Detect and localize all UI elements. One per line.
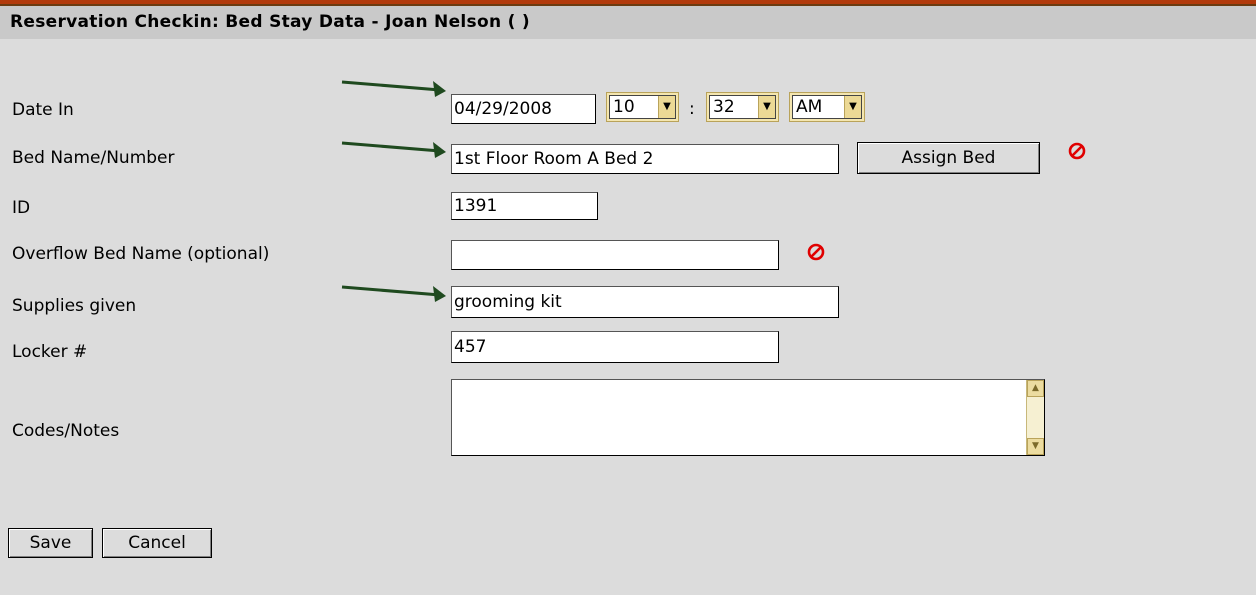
date-in-label: Date In xyxy=(12,100,74,120)
no-symbol-icon[interactable] xyxy=(807,243,825,261)
scroll-up-icon[interactable]: ▲ xyxy=(1027,380,1044,397)
time-separator: : xyxy=(689,99,695,119)
chevron-down-icon[interactable]: ▼ xyxy=(658,96,675,118)
cancel-button[interactable]: Cancel xyxy=(102,528,212,558)
codes-notes-label: Codes/Notes xyxy=(12,421,120,441)
id-label: ID xyxy=(12,198,31,218)
hour-value: 10 xyxy=(613,97,635,117)
ampm-select[interactable]: AM ▼ xyxy=(789,92,865,122)
locker-input[interactable]: 457 xyxy=(451,331,779,363)
assign-bed-label: Assign Bed xyxy=(901,148,996,168)
scrollbar[interactable]: ▲ ▼ xyxy=(1026,380,1044,455)
overflow-bed-input[interactable] xyxy=(451,240,779,270)
page-title: Reservation Checkin: Bed Stay Data - Joa… xyxy=(10,12,530,32)
bed-name-label: Bed Name/Number xyxy=(12,148,175,168)
supplies-input[interactable]: grooming kit xyxy=(451,286,839,318)
save-button[interactable]: Save xyxy=(8,528,93,558)
minute-value: 32 xyxy=(713,97,735,117)
chevron-down-icon[interactable]: ▼ xyxy=(758,96,775,118)
supplies-label: Supplies given xyxy=(12,296,137,316)
no-symbol-icon[interactable] xyxy=(1068,142,1086,160)
locker-label: Locker # xyxy=(12,342,88,362)
id-input[interactable]: 1391 xyxy=(451,192,598,220)
right-arrow-icon xyxy=(341,80,446,97)
form-panel: Reservation Checkin: Bed Stay Data - Joa… xyxy=(0,6,1256,595)
date-in-input[interactable]: 04/29/2008 xyxy=(451,94,596,124)
ampm-value: AM xyxy=(796,97,823,117)
bed-name-input[interactable]: 1st Floor Room A Bed 2 xyxy=(451,144,839,174)
assign-bed-button[interactable]: Assign Bed xyxy=(857,142,1040,174)
minute-select[interactable]: 32 ▼ xyxy=(706,92,779,122)
codes-notes-textarea[interactable]: ▲ ▼ xyxy=(451,379,1045,456)
hour-select[interactable]: 10 ▼ xyxy=(606,92,679,122)
title-bar: Reservation Checkin: Bed Stay Data - Joa… xyxy=(0,6,1256,39)
right-arrow-icon xyxy=(341,285,446,302)
scroll-down-icon[interactable]: ▼ xyxy=(1027,438,1044,455)
overflow-bed-label: Overflow Bed Name (optional) xyxy=(12,244,270,264)
chevron-down-icon[interactable]: ▼ xyxy=(844,96,861,118)
right-arrow-icon xyxy=(341,141,446,158)
